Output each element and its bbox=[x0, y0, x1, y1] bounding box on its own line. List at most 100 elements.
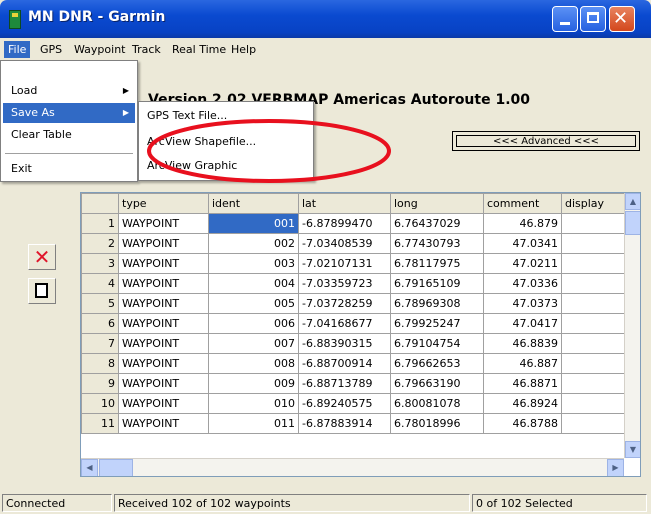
table-row[interactable]: 11 WAYPOINT 011 -6.87883914 6.78018996 46.878… bbox=[81, 413, 626, 434]
ident-cell[interactable]: 009 bbox=[208, 373, 299, 394]
lat-cell[interactable]: -6.87883914 bbox=[298, 413, 391, 434]
lat-cell[interactable]: -6.88700914 bbox=[298, 353, 391, 374]
display-cell[interactable] bbox=[561, 353, 626, 374]
long-cell[interactable]: 6.80081078 bbox=[390, 393, 484, 414]
ident-cell[interactable]: 005 bbox=[208, 293, 299, 314]
long-cell[interactable]: 6.77430793 bbox=[390, 233, 484, 254]
table-row[interactable]: 1 WAYPOINT 001 -6.87899470 6.76437029 46.879 bbox=[81, 213, 626, 234]
vertical-scroll-thumb[interactable] bbox=[625, 211, 640, 235]
lat-cell[interactable]: -7.03408539 bbox=[298, 233, 391, 254]
vertical-scrollbar[interactable]: ▲ ▼ bbox=[624, 193, 640, 458]
lat-cell[interactable]: -6.89240575 bbox=[298, 393, 391, 414]
save-as-arcview-graphic[interactable]: ArcView Graphic bbox=[147, 156, 237, 176]
ident-cell[interactable]: 010 bbox=[208, 393, 299, 414]
type-cell[interactable]: WAYPOINT bbox=[118, 333, 209, 354]
column-header-lat[interactable]: lat bbox=[298, 193, 391, 214]
row-number-cell[interactable]: 3 bbox=[81, 253, 119, 274]
table-row[interactable]: 6 WAYPOINT 006 -7.04168677 6.79925247 47.0417 bbox=[81, 313, 626, 334]
ident-cell[interactable]: 008 bbox=[208, 353, 299, 374]
display-cell[interactable] bbox=[561, 233, 626, 254]
save-as-arcview-shapefile[interactable]: ArcView Shapefile... bbox=[147, 132, 256, 152]
horizontal-scroll-thumb[interactable] bbox=[99, 459, 133, 476]
comment-cell[interactable]: 47.0336 bbox=[483, 273, 562, 294]
ident-cell[interactable]: 002 bbox=[208, 233, 299, 254]
lat-cell[interactable]: -6.88390315 bbox=[298, 333, 391, 354]
minimize-button[interactable] bbox=[552, 6, 578, 32]
type-cell[interactable]: WAYPOINT bbox=[118, 353, 209, 374]
column-header-comment[interactable]: comment bbox=[483, 193, 562, 214]
long-cell[interactable]: 6.79662653 bbox=[390, 353, 484, 374]
maximize-button[interactable] bbox=[580, 6, 606, 32]
comment-cell[interactable]: 47.0417 bbox=[483, 313, 562, 334]
table-row[interactable]: 5 WAYPOINT 005 -7.03728259 6.78969308 47.0373 bbox=[81, 293, 626, 314]
file-menu-exit[interactable]: Exit bbox=[3, 159, 135, 179]
title-bar[interactable]: MN DNR - Garmin ✕ bbox=[0, 0, 651, 38]
save-as-gps-text-file[interactable]: GPS Text File... bbox=[147, 106, 227, 126]
type-cell[interactable]: WAYPOINT bbox=[118, 273, 209, 294]
table-row[interactable]: 2 WAYPOINT 002 -7.03408539 6.77430793 47.0341 bbox=[81, 233, 626, 254]
long-cell[interactable]: 6.76437029 bbox=[390, 213, 484, 234]
file-menu-clear-table[interactable]: Clear Table bbox=[3, 125, 135, 145]
display-cell[interactable] bbox=[561, 373, 626, 394]
row-number-cell[interactable]: 6 bbox=[81, 313, 119, 334]
comment-cell[interactable]: 46.8924 bbox=[483, 393, 562, 414]
type-cell[interactable]: WAYPOINT bbox=[118, 313, 209, 334]
long-cell[interactable]: 6.78018996 bbox=[390, 413, 484, 434]
display-cell[interactable] bbox=[561, 253, 626, 274]
display-cell[interactable] bbox=[561, 393, 626, 414]
type-cell[interactable]: WAYPOINT bbox=[118, 373, 209, 394]
clear-button[interactable] bbox=[28, 278, 56, 304]
row-number-cell[interactable]: 9 bbox=[81, 373, 119, 394]
type-cell[interactable]: WAYPOINT bbox=[118, 233, 209, 254]
table-row[interactable]: 9 WAYPOINT 009 -6.88713789 6.79663190 46.8871 bbox=[81, 373, 626, 394]
horizontal-scrollbar[interactable]: ◀ ▶ bbox=[81, 458, 624, 476]
display-cell[interactable] bbox=[561, 293, 626, 314]
row-number-cell[interactable]: 7 bbox=[81, 333, 119, 354]
scroll-up-arrow-icon[interactable]: ▲ bbox=[625, 193, 640, 210]
lat-cell[interactable]: -6.88713789 bbox=[298, 373, 391, 394]
long-cell[interactable]: 6.78969308 bbox=[390, 293, 484, 314]
comment-cell[interactable]: 46.8839 bbox=[483, 333, 562, 354]
display-cell[interactable] bbox=[561, 413, 626, 434]
garmin-app-icon[interactable] bbox=[9, 10, 21, 29]
type-cell[interactable]: WAYPOINT bbox=[118, 253, 209, 274]
long-cell[interactable]: 6.79663190 bbox=[390, 373, 484, 394]
comment-cell[interactable]: 47.0341 bbox=[483, 233, 562, 254]
scroll-right-arrow-icon[interactable]: ▶ bbox=[607, 459, 624, 476]
type-cell[interactable]: WAYPOINT bbox=[118, 293, 209, 314]
lat-cell[interactable]: -6.87899470 bbox=[298, 213, 391, 234]
display-cell[interactable] bbox=[561, 333, 626, 354]
corner-header[interactable] bbox=[81, 193, 119, 214]
column-header-display[interactable]: display bbox=[561, 193, 626, 214]
table-row[interactable]: 10 WAYPOINT 010 -6.89240575 6.80081078 46.892… bbox=[81, 393, 626, 414]
column-header-type[interactable]: type bbox=[118, 193, 209, 214]
row-number-cell[interactable]: 11 bbox=[81, 413, 119, 434]
close-button[interactable]: ✕ bbox=[609, 6, 635, 32]
long-cell[interactable]: 6.79165109 bbox=[390, 273, 484, 294]
long-cell[interactable]: 6.79925247 bbox=[390, 313, 484, 334]
row-number-cell[interactable]: 10 bbox=[81, 393, 119, 414]
row-number-cell[interactable]: 2 bbox=[81, 233, 119, 254]
type-cell[interactable]: WAYPOINT bbox=[118, 393, 209, 414]
comment-cell[interactable]: 46.879 bbox=[483, 213, 562, 234]
ident-cell[interactable]: 003 bbox=[208, 253, 299, 274]
long-cell[interactable]: 6.79104754 bbox=[390, 333, 484, 354]
comment-cell[interactable]: 47.0211 bbox=[483, 253, 562, 274]
column-header-ident[interactable]: ident bbox=[208, 193, 299, 214]
row-number-cell[interactable]: 4 bbox=[81, 273, 119, 294]
delete-button[interactable]: ✕ bbox=[28, 244, 56, 270]
menu-file[interactable]: File bbox=[4, 41, 31, 58]
advanced-button[interactable]: <<< Advanced <<< bbox=[452, 131, 640, 151]
menu-real-time[interactable]: Real Time bbox=[168, 41, 230, 58]
table-row[interactable]: 8 WAYPOINT 008 -6.88700914 6.79662653 46.887 bbox=[81, 353, 626, 374]
scroll-left-arrow-icon[interactable]: ◀ bbox=[81, 459, 98, 476]
type-cell[interactable]: WAYPOINT bbox=[118, 413, 209, 434]
row-number-cell[interactable]: 8 bbox=[81, 353, 119, 374]
long-cell[interactable]: 6.78117975 bbox=[390, 253, 484, 274]
ident-cell[interactable]: 011 bbox=[208, 413, 299, 434]
ident-cell[interactable]: 004 bbox=[208, 273, 299, 294]
menu-gps[interactable]: GPS bbox=[36, 41, 66, 58]
scroll-down-arrow-icon[interactable]: ▼ bbox=[625, 441, 640, 458]
waypoint-table[interactable]: type ident lat long comment display 1 WAY… bbox=[80, 192, 641, 477]
display-cell[interactable] bbox=[561, 273, 626, 294]
